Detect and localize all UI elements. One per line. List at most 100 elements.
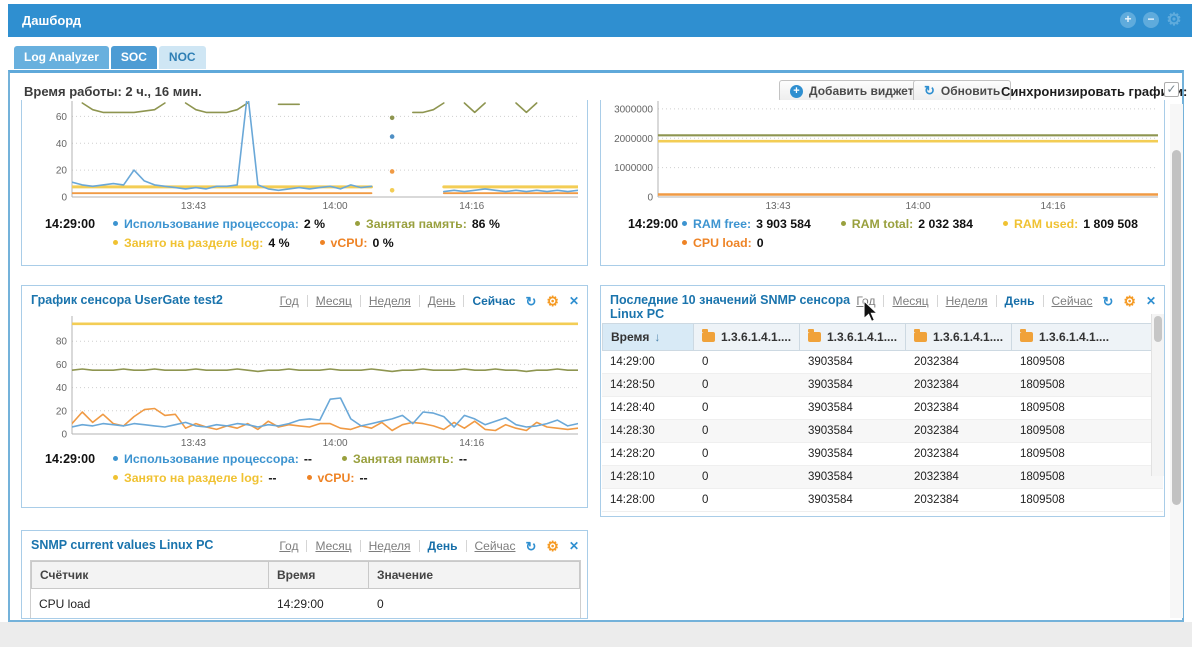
folder-icon <box>808 332 821 342</box>
snmp-last10-table: Время↓1.3.6.1.4.1....1.3.6.1.4.1....1.3.… <box>602 323 1163 515</box>
table-cell: CPU load <box>31 597 269 611</box>
gear-icon[interactable]: ⚙ <box>546 295 559 308</box>
tab-noc[interactable]: NOC <box>159 46 206 69</box>
range-link-4[interactable]: День <box>1005 294 1035 308</box>
legend-item: RAM used:1 809 508 <box>1003 217 1138 231</box>
table-row[interactable]: 14:28:300390358420323841809508 <box>602 420 1163 443</box>
vertical-scrollbar[interactable] <box>1170 104 1183 618</box>
widget-title: SNMP current values Linux PC <box>31 538 213 552</box>
svg-text:14:16: 14:16 <box>459 201 484 211</box>
table-row[interactable]: 14:29:000390358420323841809508 <box>602 351 1163 374</box>
window-title: Дашборд <box>22 4 81 37</box>
column-header-3[interactable]: 1.3.6.1.4.1.... <box>800 323 906 351</box>
legend-time: 14:29:00 <box>628 217 678 231</box>
refresh-icon: ↻ <box>924 83 935 99</box>
refresh-icon[interactable]: ↻ <box>525 540 536 553</box>
close-icon[interactable]: ✕ <box>569 540 579 553</box>
tab-log-analyzer[interactable]: Log Analyzer <box>14 46 109 69</box>
range-link-1[interactable]: Год <box>280 294 299 308</box>
legend-label: vCPU: <box>318 471 355 485</box>
table-cell: 2032384 <box>906 356 1012 368</box>
refresh-icon[interactable]: ↻ <box>525 295 536 308</box>
table-cell: 14:29:00 <box>602 356 694 368</box>
table-cell: 14:28:20 <box>602 448 694 460</box>
range-link-1[interactable]: Год <box>279 539 298 553</box>
legend-dot <box>307 475 312 480</box>
range-link-4[interactable]: День <box>428 294 456 308</box>
scrollbar-thumb[interactable] <box>1172 150 1181 505</box>
range-link-5[interactable]: Сейчас <box>472 294 515 308</box>
table-cell: 2032384 <box>906 379 1012 391</box>
gear-icon[interactable]: ⚙ <box>1123 295 1136 308</box>
table-cell: 3903584 <box>800 425 906 437</box>
range-links: Год Месяц Неделя День Сейчас ↻ ⚙ ✕ <box>280 294 579 308</box>
settings-gear-icon[interactable]: ⚙ <box>1166 12 1182 28</box>
legend-dot <box>682 240 687 245</box>
add-widget-button[interactable]: + Добавить виджет <box>779 80 925 102</box>
legend-dot <box>113 221 118 226</box>
legend-line: CPU load:0 <box>682 233 1168 252</box>
legend-time: 14:29:00 <box>45 452 95 466</box>
range-link-3[interactable]: Неделя <box>369 294 411 308</box>
table-row[interactable]: CPU load14:29:000 <box>31 589 580 619</box>
column-header-2[interactable]: Время <box>269 561 369 589</box>
range-link-3[interactable]: Неделя <box>369 539 411 553</box>
collapse-icon[interactable]: − <box>1143 12 1159 28</box>
legend-line: Занято на разделе log:4 %vCPU:0 % <box>113 233 530 252</box>
gear-icon[interactable]: ⚙ <box>546 540 559 553</box>
tab-soc[interactable]: SOC <box>111 46 157 69</box>
close-icon[interactable]: ✕ <box>569 295 579 308</box>
legend-value: 2 032 384 <box>918 217 973 231</box>
legend-label: RAM used: <box>1014 217 1078 231</box>
range-link-4[interactable]: День <box>428 539 458 553</box>
scrollbar-thumb[interactable] <box>1154 316 1162 342</box>
range-link-3[interactable]: Неделя <box>946 294 988 308</box>
legend-value: 0 % <box>372 236 393 250</box>
column-header-1[interactable]: Счётчик <box>31 561 269 589</box>
widget-header: SNMP current values Linux PC Год Месяц Нед… <box>22 531 587 553</box>
sync-charts-checkbox[interactable]: ✓ <box>1164 82 1179 97</box>
legend-value: -- <box>268 471 276 485</box>
table-row[interactable]: 14:28:200390358420323841809508 <box>602 443 1163 466</box>
close-icon[interactable]: ✕ <box>1146 295 1156 308</box>
separator <box>463 295 464 307</box>
table-row[interactable]: 14:28:400390358420323841809508 <box>602 397 1163 420</box>
table-row[interactable]: 14:28:000390358420323841809508 <box>602 489 1163 512</box>
legend-dot <box>841 221 846 226</box>
column-header-2[interactable]: 1.3.6.1.4.1.... <box>694 323 800 351</box>
legend-item: Занято на разделе log:4 % <box>113 236 290 250</box>
range-link-2[interactable]: Месяц <box>315 539 351 553</box>
legend-value: 4 % <box>268 236 289 250</box>
page-background <box>0 622 1192 647</box>
svg-text:13:43: 13:43 <box>181 438 206 448</box>
legend-item: Занятая память:86 % <box>355 217 500 231</box>
column-header-3[interactable]: Значение <box>369 561 580 589</box>
table-cell: 14:28:10 <box>602 471 694 483</box>
sort-desc-icon: ↓ <box>654 330 660 344</box>
table-row[interactable]: 14:28:500390358420323841809508 <box>602 374 1163 397</box>
column-header-1[interactable]: Время↓ <box>602 323 694 351</box>
refresh-icon[interactable]: ↻ <box>1102 295 1113 308</box>
add-dashboard-icon[interactable]: + <box>1120 12 1136 28</box>
legend-item: CPU load:0 <box>682 236 764 250</box>
widget-header: Последние 10 значений SNMP сенсора Linux… <box>601 286 1164 321</box>
table-cell: 2032384 <box>906 448 1012 460</box>
column-header-5[interactable]: 1.3.6.1.4.1.... <box>1012 323 1153 351</box>
column-header-4[interactable]: 1.3.6.1.4.1.... <box>906 323 1012 351</box>
table-cell: 1809508 <box>1012 356 1153 368</box>
range-link-2[interactable]: Месяц <box>892 294 928 308</box>
table-row[interactable]: 14:28:100390358420323841809508 <box>602 466 1163 489</box>
legend-value: 86 % <box>472 217 500 231</box>
separator <box>937 295 938 307</box>
svg-text:80: 80 <box>56 337 68 348</box>
legend-value: 0 <box>757 236 764 250</box>
table-cell: 1809508 <box>1012 379 1153 391</box>
range-link-5[interactable]: Сейчас <box>475 539 516 553</box>
table-cell: 1809508 <box>1012 471 1153 483</box>
mouse-cursor <box>862 300 882 324</box>
legend-value: -- <box>304 452 312 466</box>
range-link-5[interactable]: Сейчас <box>1052 294 1093 308</box>
range-link-2[interactable]: Месяц <box>316 294 352 308</box>
table-scrollbar[interactable] <box>1151 314 1164 476</box>
refresh-button[interactable]: ↻ Обновить <box>913 80 1011 102</box>
